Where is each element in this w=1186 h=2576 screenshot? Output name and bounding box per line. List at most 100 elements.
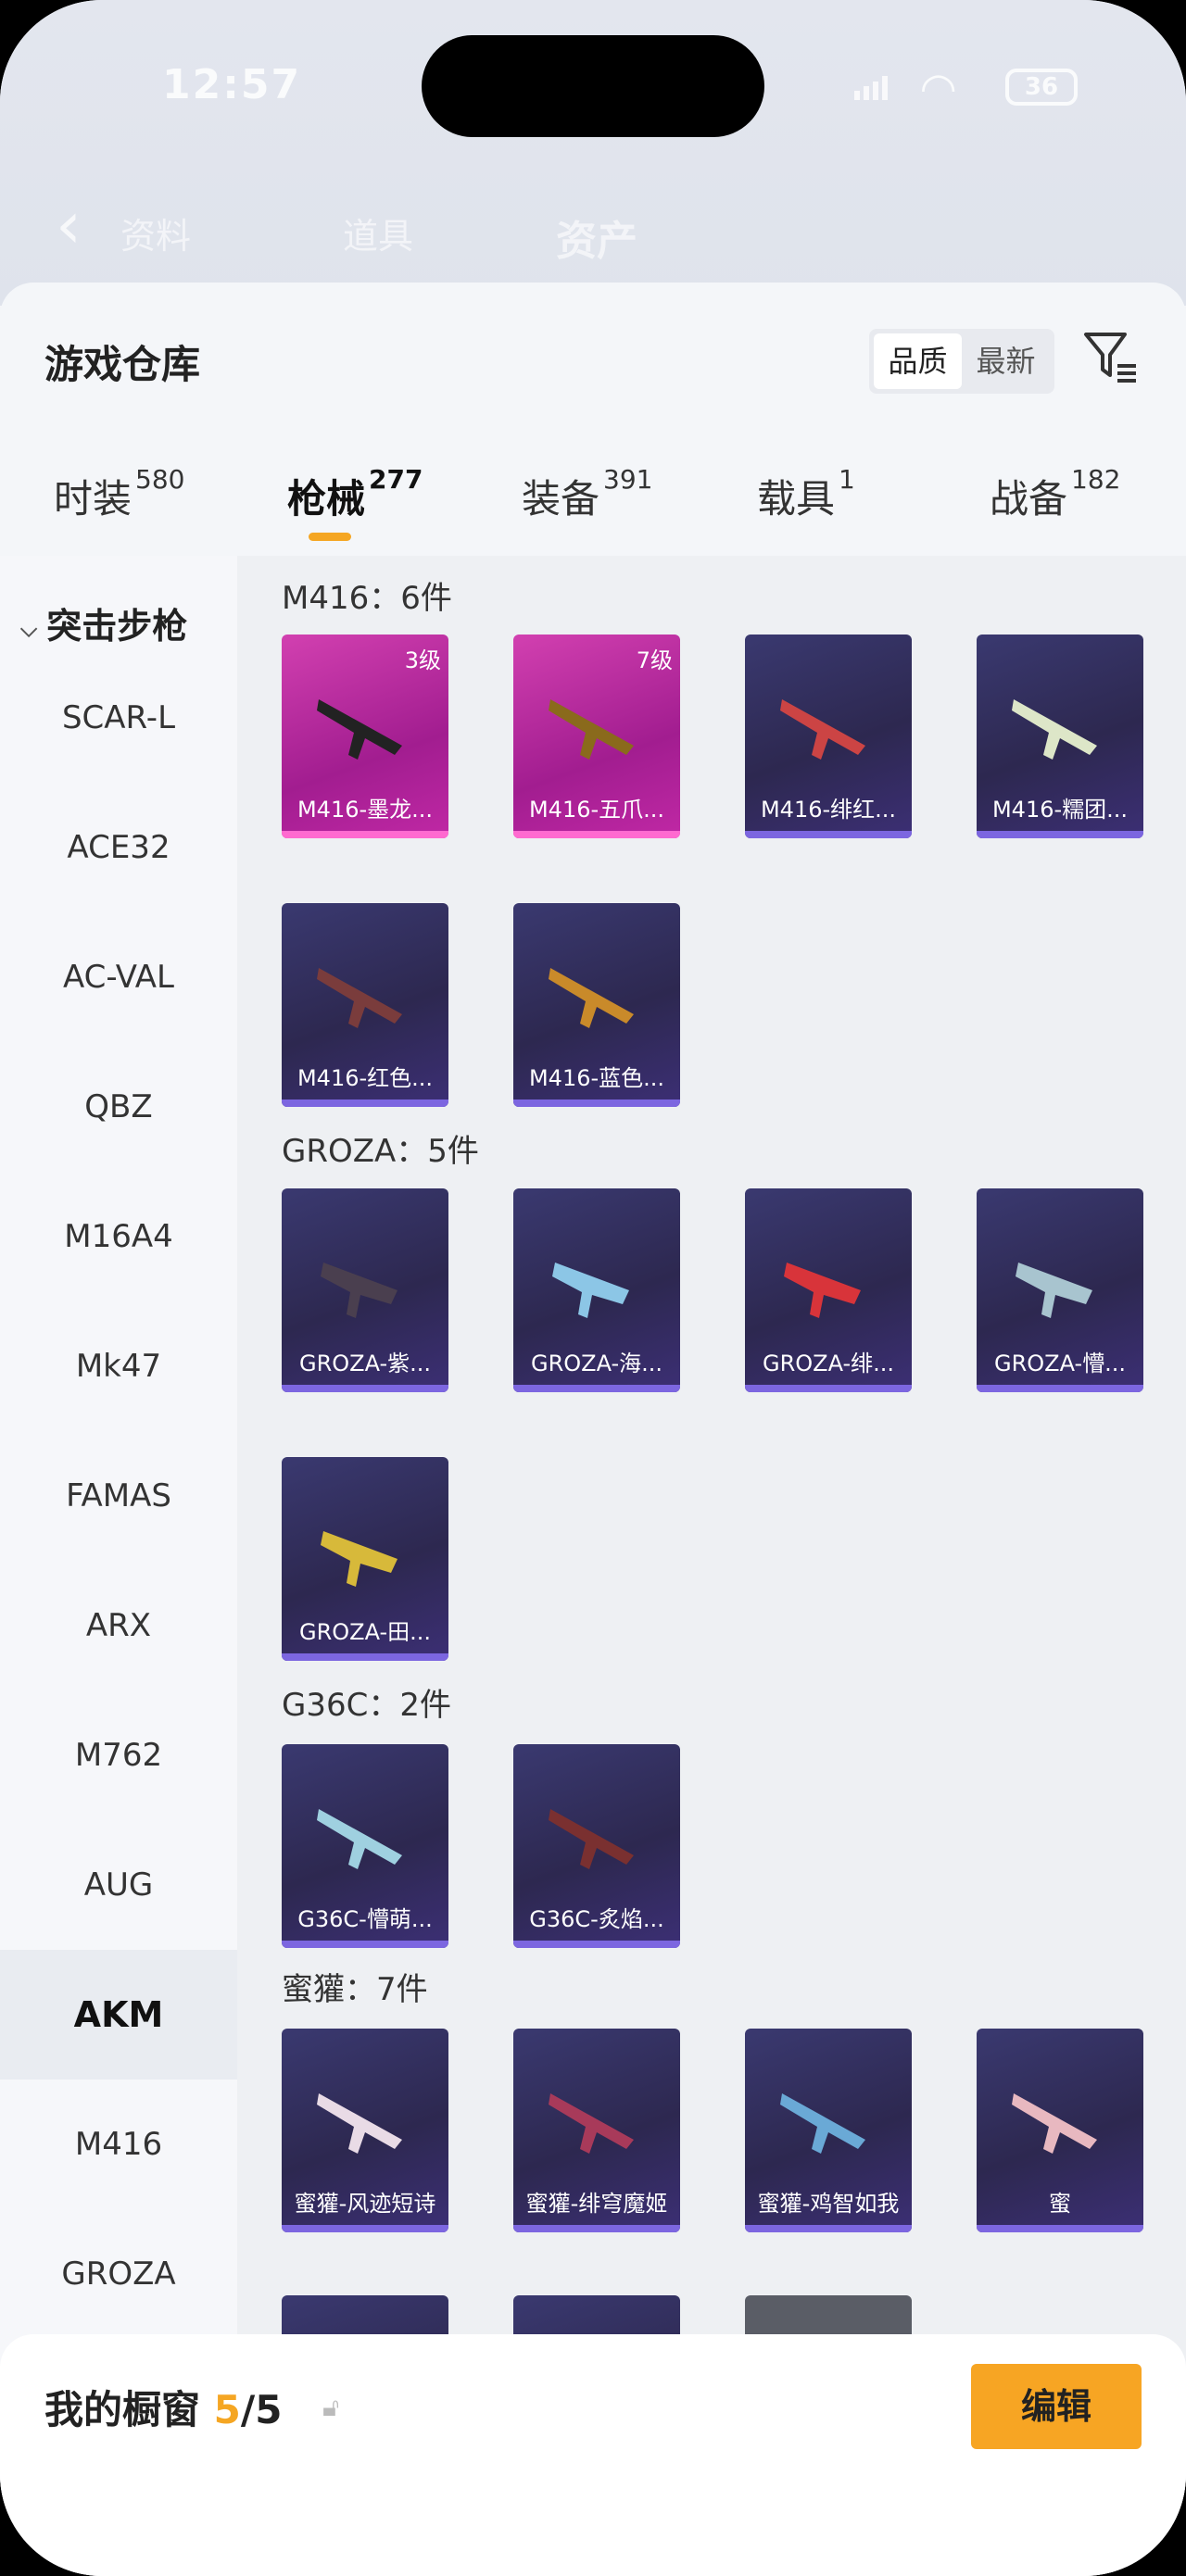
sort-toggle: 品质 最新 <box>869 329 1054 394</box>
rarity-bar <box>745 831 912 838</box>
skin-name: 蜜獾-绯穹魔姬 <box>525 2191 668 2217</box>
tab-count: 277 <box>369 464 423 495</box>
warehouse-sheet: 游戏仓库 品质 最新 时装 580 枪械 277 装备 391 载具 1 战备 182 ⌵… <box>0 283 1186 2576</box>
skin-card[interactable]: 7级 M416-五爪... <box>513 635 680 838</box>
rarity-bar <box>513 2225 680 2232</box>
skin-card[interactable]: GROZA-懵... <box>977 1188 1143 1392</box>
gun-icon <box>317 968 402 1028</box>
rarity-bar <box>282 1385 448 1392</box>
skin-card[interactable]: 3级 M416-墨龙... <box>282 635 448 838</box>
gun-icon <box>317 1809 402 1869</box>
showcase-label: 我的橱窗 5/5 <box>44 2379 282 2435</box>
skin-name: GROZA-海... <box>530 1351 663 1376</box>
gun-icon <box>549 699 634 760</box>
level-badge: 3级 <box>404 647 441 673</box>
skin-card[interactable]: 蜜獾-绯穹魔姬 <box>513 2029 680 2232</box>
gun-icon <box>317 699 402 760</box>
skin-card[interactable]: G36C-懵萌... <box>282 1744 448 1948</box>
gun-icon <box>317 2093 402 2154</box>
tab-fashion[interactable]: 时装 580 <box>54 464 184 524</box>
rarity-bar <box>282 1100 448 1107</box>
sidebar-item[interactable]: SCAR-L <box>0 653 237 783</box>
skin-card[interactable]: M416-绯红... <box>745 635 912 838</box>
category-label: 突击步枪 <box>46 606 188 647</box>
filter-icon[interactable] <box>1082 329 1140 386</box>
skin-card[interactable]: 蜜 <box>977 2029 1143 2232</box>
skin-card[interactable]: GROZA-海... <box>513 1188 680 1392</box>
tab-vehicles[interactable]: 载具 1 <box>757 464 855 524</box>
skin-name: G36C-懵萌... <box>297 1906 433 1932</box>
sidebar-item[interactable]: QBZ <box>0 1042 237 1172</box>
skin-name: G36C-炙焰... <box>529 1906 664 1932</box>
sidebar-item-selected[interactable]: AKM <box>0 1950 237 2080</box>
gun-icon <box>321 1263 397 1318</box>
tab-firearms[interactable]: 枪械 277 <box>287 464 423 524</box>
edit-button[interactable]: 编辑 <box>971 2364 1142 2449</box>
rarity-bar <box>745 1385 912 1392</box>
level-badge: 7级 <box>636 647 673 673</box>
skin-name: M416-红色... <box>296 1065 434 1091</box>
sidebar-item[interactable]: M416 <box>0 2080 237 2209</box>
sort-quality-button[interactable]: 品质 <box>874 333 962 389</box>
sidebar-item[interactable]: FAMAS <box>0 1431 237 1561</box>
skin-name: GROZA-懵... <box>993 1351 1127 1376</box>
sidebar-category-assault-rifle[interactable]: ⌵ 突击步枪 <box>20 597 187 648</box>
section-title: G36C：2件 <box>282 1687 451 1724</box>
wifi-icon: ◠ <box>922 63 955 113</box>
tab-count: 182 <box>1071 464 1121 495</box>
skin-card[interactable]: G36C-炙焰... <box>513 1744 680 1948</box>
sidebar-item[interactable]: GROZA <box>0 2209 237 2339</box>
gun-icon <box>552 1263 629 1318</box>
skin-card[interactable]: GROZA-绯... <box>745 1188 912 1392</box>
gun-icon <box>549 1809 634 1869</box>
tab-label: 枪械 <box>287 476 366 521</box>
skin-card[interactable]: 蜜獾-鸡智如我 <box>745 2029 912 2232</box>
skin-name: GROZA-绯... <box>762 1351 895 1376</box>
showcase-current: 5 <box>213 2387 241 2432</box>
showcase-bar: 我的橱窗 5/5 🔓︎ 编辑 <box>0 2334 1186 2576</box>
skin-card[interactable]: GROZA-紫... <box>282 1188 448 1392</box>
showcase-title: 我的橱窗 <box>44 2387 214 2432</box>
back-icon: ‹ <box>56 187 82 263</box>
sidebar-item[interactable]: AC-VAL <box>0 912 237 1042</box>
skin-name: M416-五爪... <box>528 797 665 823</box>
section-title: M416：6件 <box>282 580 452 617</box>
skin-name: GROZA-紫... <box>298 1351 432 1376</box>
sidebar-item[interactable]: ARX <box>0 1561 237 1690</box>
rarity-bar <box>282 831 448 838</box>
sidebar-item[interactable]: AUG <box>0 1820 237 1950</box>
tab-label: 时装 <box>54 476 132 521</box>
sidebar-item[interactable]: Mk47 <box>0 1301 237 1431</box>
skin-name: M416-蓝色... <box>528 1065 665 1091</box>
skin-card[interactable]: M416-红色... <box>282 903 448 1107</box>
background-nav: ‹ 资料 道具 资产 <box>37 185 1167 269</box>
sheet-header: 游戏仓库 品质 最新 <box>0 283 1186 394</box>
sidebar-item[interactable]: M16A4 <box>0 1172 237 1301</box>
skin-card[interactable]: 蜜獾-风迹短诗 <box>282 2029 448 2232</box>
rarity-bar <box>513 1385 680 1392</box>
skin-name: M416-糯团... <box>991 797 1129 823</box>
skin-name: 蜜 <box>1049 2191 1071 2217</box>
active-tab-indicator <box>309 533 351 541</box>
rarity-bar <box>282 2225 448 2232</box>
sidebar-item[interactable]: ACE32 <box>0 783 237 912</box>
gun-icon <box>1012 2093 1097 2154</box>
tab-supplies[interactable]: 战备 182 <box>990 464 1120 524</box>
rarity-bar <box>977 1385 1143 1392</box>
gun-icon <box>549 968 634 1028</box>
weapon-sidebar: ⌵ 突击步枪 SCAR-L ACE32 AC-VAL QBZ M16A4 Mk47… <box>0 556 237 2427</box>
phone-screen: 12:57 ◠ 36 ‹ 资料 道具 资产 游戏仓库 品质 最新 时装 580 … <box>0 0 1186 2576</box>
skin-card[interactable]: M416-蓝色... <box>513 903 680 1107</box>
sidebar-item[interactable]: M762 <box>0 1690 237 1820</box>
tab-count: 1 <box>839 464 855 495</box>
bg-tab: 资产 <box>556 218 637 265</box>
bg-tab: 道具 <box>343 216 414 257</box>
skin-name: 蜜獾-风迹短诗 <box>294 2191 436 2217</box>
tab-equipment[interactable]: 装备 391 <box>522 464 652 524</box>
skin-card[interactable]: GROZA-田... <box>282 1457 448 1661</box>
skin-card[interactable]: M416-糯团... <box>977 635 1143 838</box>
gun-icon <box>549 2093 634 2154</box>
section-title: GROZA：5件 <box>282 1133 479 1170</box>
tab-label: 装备 <box>522 476 600 521</box>
sort-newest-button[interactable]: 最新 <box>962 333 1050 389</box>
